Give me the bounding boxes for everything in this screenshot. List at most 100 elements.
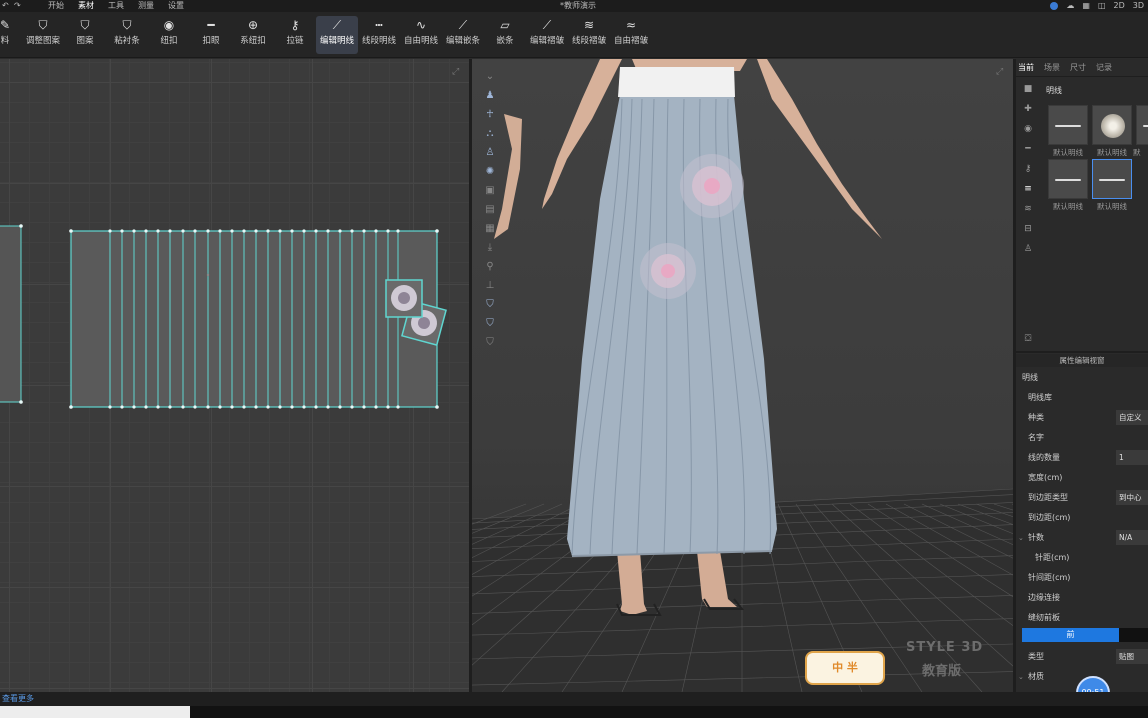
zipper-icon[interactable]: ⚷ [1018,159,1038,179]
pattern-point[interactable] [326,405,330,409]
pattern-point[interactable] [314,229,318,233]
view-2d-toggle[interactable]: 2D [1114,0,1125,12]
notification-badge[interactable] [1050,2,1059,10]
taskbar-search[interactable] [0,706,190,718]
buttonhole-icon[interactable]: ━ [1018,139,1038,159]
fabric-icon[interactable]: ■ [1018,79,1038,99]
pattern-point[interactable] [242,405,246,409]
pattern-point[interactable] [181,229,185,233]
graphic-icon[interactable]: ✚ [1018,99,1038,119]
pattern-point[interactable] [254,405,258,409]
prop-row-library[interactable]: 明线库 [1016,388,1148,408]
avatar-icon[interactable]: ♟ [480,86,500,105]
pattern-point[interactable] [168,229,172,233]
expand-icon[interactable]: ⤢ [996,67,1003,77]
pattern-point[interactable] [386,229,390,233]
avatar-scene[interactable] [472,59,1013,692]
pattern-point[interactable] [132,405,136,409]
pattern-point[interactable] [193,405,197,409]
pattern-2d-window[interactable]: ⤢ [0,59,469,692]
collapse-icon[interactable]: ⌄ [1018,667,1024,687]
pattern-point[interactable] [218,229,222,233]
pattern-point[interactable] [278,229,282,233]
pattern-piece-left[interactable] [0,225,22,403]
pattern-point[interactable] [242,229,246,233]
topstitch-thumbnail-selected[interactable] [1092,159,1132,199]
pattern-point[interactable] [206,405,210,409]
pattern-point[interactable] [386,405,390,409]
pattern-corner-point[interactable] [69,405,73,409]
skirt-waistband[interactable] [618,67,735,97]
kind-select[interactable]: 贴图 [1116,649,1148,664]
view-more-link[interactable]: 查看更多 [2,692,34,706]
type-select[interactable]: 自定义 [1116,410,1148,425]
pattern-point[interactable] [278,405,282,409]
undo-icon[interactable]: ↶ [2,0,9,12]
pattern-point[interactable] [396,405,400,409]
grid-icon[interactable]: ▦ [1082,0,1090,12]
pattern-point[interactable] [108,405,112,409]
pin-icon[interactable]: ⚲ [480,257,500,276]
topstitch-thumbnail[interactable] [1048,159,1088,199]
pattern-piece-skirt[interactable] [19,224,439,409]
embroidery-flower-2[interactable] [640,243,696,299]
pattern-point[interactable] [132,229,136,233]
pattern-corner-point[interactable] [69,229,73,233]
pattern-corner-point[interactable] [19,224,23,228]
pattern-point[interactable] [302,229,306,233]
pattern-point[interactable] [374,229,378,233]
menu-tools[interactable]: 工具 [108,0,124,12]
pattern-point[interactable] [156,405,160,409]
graphic-patch-2[interactable] [385,279,423,318]
pattern-corner-point[interactable] [435,229,439,233]
pattern-point[interactable] [374,405,378,409]
body-icon[interactable]: ♙ [480,143,500,162]
topstitch-thumbnail[interactable] [1048,105,1088,145]
viewport-3d-window[interactable]: ⌄ ♟ ☥ ⛬ ♙ ✺ ▣ ▤ ▦ ⤓ ⚲ ⊥ ⛉ ⛉ ⛉ ⤢ [472,59,1013,692]
pucker-icon[interactable]: ≋ [1018,199,1038,219]
view-3d-toggle[interactable]: 3D [1133,0,1144,12]
layer-icon[interactable]: ▤ [480,200,500,219]
panel-divider[interactable] [1016,351,1148,353]
tab-back[interactable] [1119,628,1148,642]
tab-front[interactable]: 前 [1022,628,1119,642]
skeleton-icon[interactable]: ☥ [480,105,500,124]
garment-outline-icon[interactable]: ⛉ [480,314,500,333]
garment-icon[interactable]: ⛉ [480,295,500,314]
tool-free-pucker[interactable]: ≈ 自由褶皱 [604,16,658,54]
xray-icon[interactable]: ✺ [480,162,500,181]
pattern-point[interactable] [168,405,172,409]
pattern-point[interactable] [230,405,234,409]
pattern-canvas[interactable] [0,59,469,692]
menu-material[interactable]: 素材 [78,0,94,12]
pattern-point[interactable] [350,405,354,409]
tab-current[interactable]: 当前 [1018,59,1034,76]
pattern-point[interactable] [144,229,148,233]
stitch-count-input[interactable]: N/A [1116,530,1148,545]
layout-icon[interactable]: ◫ [1098,0,1106,12]
pattern-point[interactable] [120,229,124,233]
expand-icon[interactable]: ⤢ [452,67,459,77]
pattern-point[interactable] [156,229,160,233]
embroidery-flower-1[interactable] [680,154,744,218]
menu-start[interactable]: 开始 [48,0,64,12]
arrow-down-icon[interactable]: ⤓ [480,238,500,257]
pattern-point[interactable] [290,229,294,233]
tool-zipper[interactable]: ⚷ 拉链 [268,16,322,54]
pattern-point[interactable] [181,405,185,409]
pattern-point[interactable] [266,229,270,233]
line-count-input[interactable]: 1 [1116,450,1148,465]
box-icon[interactable]: ▣ [480,181,500,200]
redo-icon[interactable]: ↷ [14,0,21,12]
pattern-point[interactable] [350,229,354,233]
menu-settings[interactable]: 设置 [168,0,184,12]
chevron-down-icon[interactable]: ⌄ [480,67,500,86]
pattern-point[interactable] [290,405,294,409]
button-icon[interactable]: ◉ [1018,119,1038,139]
pattern-point[interactable] [144,405,148,409]
grid-icon[interactable]: ▦ [480,219,500,238]
pattern-point[interactable] [266,405,270,409]
pattern-point[interactable] [326,229,330,233]
avatar-icon[interactable]: ♙ [1018,239,1038,259]
pattern-corner-point[interactable] [19,400,23,404]
